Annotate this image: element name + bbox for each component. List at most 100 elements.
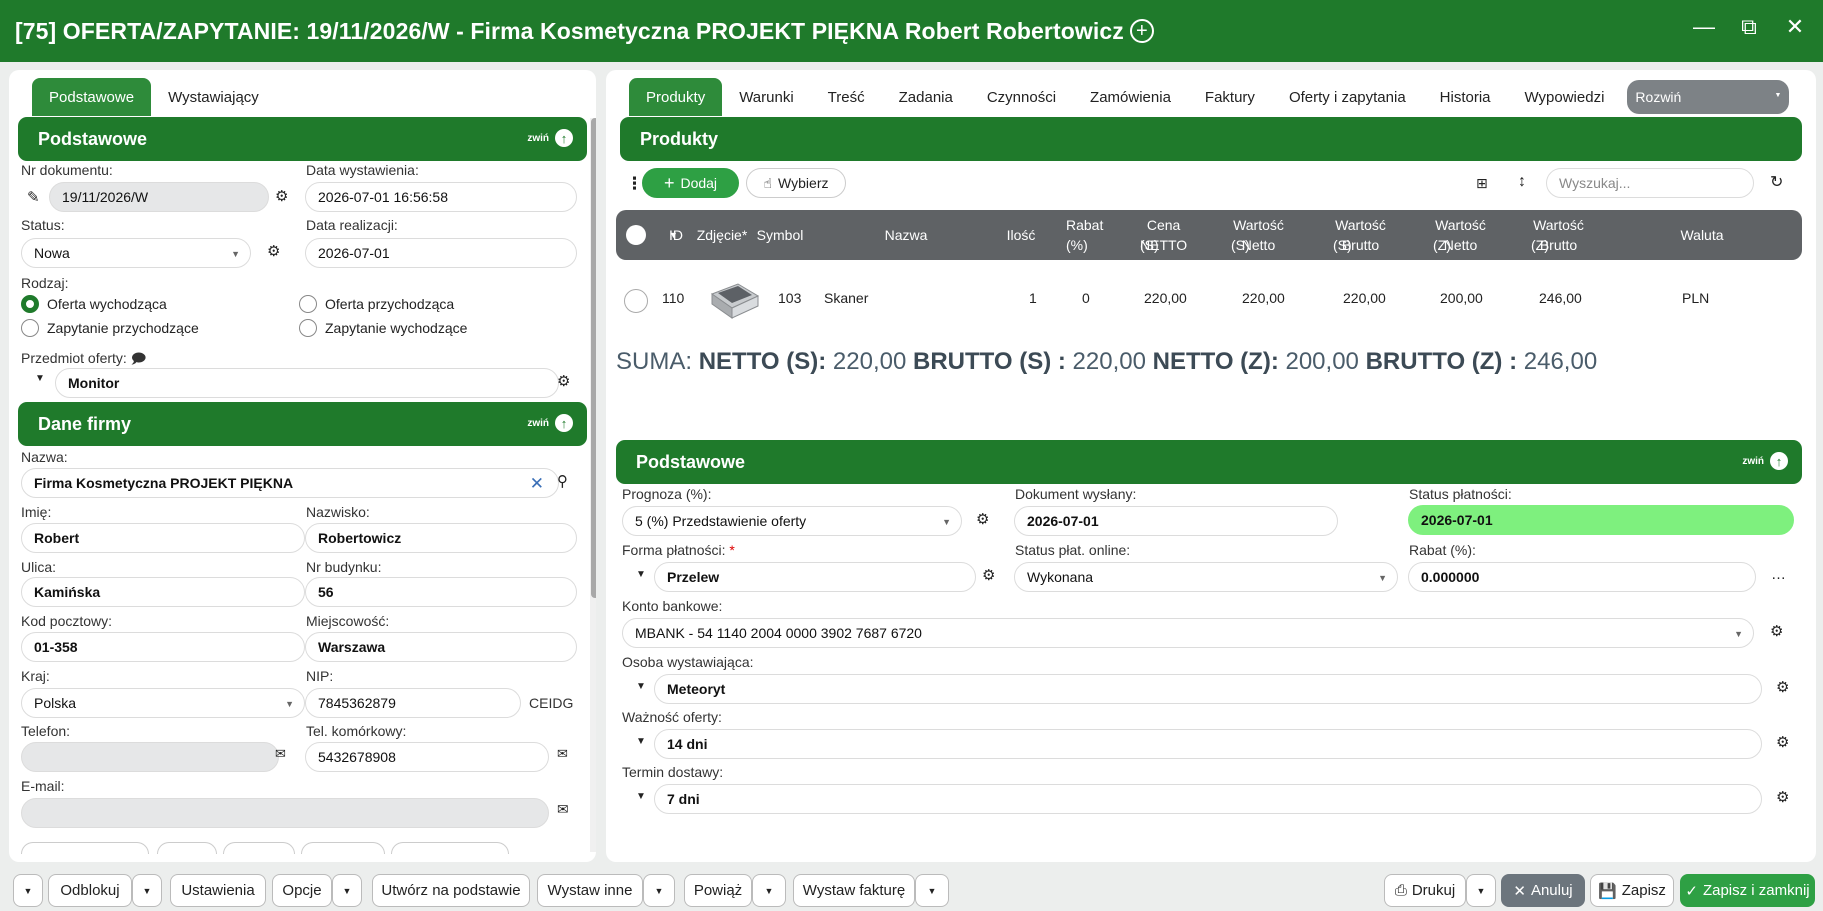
menu-dropdown-button[interactable]: ▼ [13, 874, 43, 907]
scrollbar-thumb[interactable] [591, 118, 596, 598]
partial-button[interactable] [391, 842, 509, 854]
col-symbol[interactable]: Symbol [750, 225, 810, 245]
ceidg-button[interactable]: CEIDG [529, 695, 573, 711]
envelope-icon[interactable]: ✉ [557, 801, 569, 818]
ulica-field[interactable]: Kamińska [21, 577, 305, 607]
tab-wypowiedzi[interactable]: Wypowiedzi [1508, 78, 1622, 116]
status-platnosci-field[interactable]: 2026-07-01 [1408, 505, 1794, 535]
tab-zadania[interactable]: Zadania [882, 78, 970, 116]
tab-produkty[interactable]: Produkty [629, 78, 723, 116]
search-input[interactable]: Wyszukaj... [1546, 168, 1754, 198]
tab-faktury[interactable]: Faktury [1188, 78, 1272, 116]
pencil-icon[interactable]: ✎ [27, 188, 40, 206]
forma-platnosci-field[interactable]: Przelew [654, 562, 976, 592]
collapse-button[interactable]: zwiń ↑ [527, 129, 573, 147]
scrollbar[interactable] [590, 118, 596, 852]
rabat-field[interactable]: 0.000000 [1408, 562, 1756, 592]
add-button[interactable]: + Dodaj [642, 168, 739, 198]
save-and-close-button[interactable]: ✓ Zapisz i zamknij [1680, 874, 1815, 907]
imie-field[interactable]: Robert [21, 523, 305, 553]
expand-select[interactable]: Rozwiń ▼ [1627, 80, 1790, 114]
ustawienia-button[interactable]: Ustawienia [170, 874, 266, 907]
przedmiot-field[interactable]: Monitor [55, 368, 559, 398]
opcje-dropdown[interactable]: ▼ [332, 874, 362, 907]
data-wystawienia-field[interactable]: 2026-07-01 16:56:58 [305, 182, 577, 212]
radio-oferta-wychodzaca[interactable]: Oferta wychodząca [21, 295, 167, 313]
powiaz-dropdown[interactable]: ▼ [752, 874, 786, 907]
opcje-button[interactable]: Opcje [272, 874, 332, 907]
email-field[interactable] [21, 798, 549, 828]
konto-bankowe-select[interactable]: MBANK - 54 1140 2004 0000 3902 7687 6720… [622, 618, 1754, 648]
dokument-wyslany-field[interactable]: 2026-07-01 [1014, 506, 1338, 536]
col-cena-netto-s[interactable]: Cena NETTO (S) [1094, 215, 1187, 253]
tab-wystawiajacy[interactable]: Wystawiający [151, 78, 276, 116]
caret-down-icon[interactable]: ▼ [636, 791, 646, 802]
comment-icon[interactable]: 🗩 [131, 350, 147, 366]
wystaw-inne-button[interactable]: Wystaw inne [537, 874, 643, 907]
gear-icon[interactable]: ⚙ [275, 187, 288, 205]
radio-oferta-przychodzaca[interactable]: Oferta przychodząca [299, 295, 454, 313]
print-button[interactable]: ⎙ Drukuj [1384, 874, 1466, 907]
odblokuj-dropdown[interactable]: ▼ [132, 874, 162, 907]
clear-icon[interactable]: ✕ [530, 474, 544, 494]
partial-button[interactable] [301, 842, 385, 854]
gear-icon[interactable]: ⚙ [976, 510, 989, 528]
sort-vertical-icon[interactable]: ↕ [1518, 173, 1526, 191]
gear-icon[interactable]: ⚙ [1776, 788, 1789, 806]
col-wartosc-netto-s[interactable]: Wartość Netto (S) [1176, 215, 1286, 253]
collapse-button[interactable]: zwiń ↑ [1742, 452, 1788, 470]
powiaz-button[interactable]: Powiąż [684, 874, 752, 907]
col-waluta[interactable]: Waluta [1672, 225, 1732, 245]
nip-field[interactable]: 7845362879 [305, 688, 521, 718]
close-icon[interactable]: ✕ [1785, 14, 1805, 40]
termin-dostawy-field[interactable]: 7 dni [654, 784, 1762, 814]
data-realizacji-field[interactable]: 2026-07-01 [305, 238, 577, 268]
nazwisko-field[interactable]: Robertowicz [305, 523, 577, 553]
nr-document-field[interactable]: 19/11/2026/W [49, 182, 269, 212]
choose-button[interactable]: ☝ Wybierz [746, 168, 846, 198]
gear-icon[interactable]: ⚙ [557, 372, 570, 390]
tab-tresc[interactable]: Treść [811, 78, 882, 116]
gear-icon[interactable]: ⚙ [1776, 733, 1789, 751]
gear-icon[interactable]: ⚙ [1770, 622, 1783, 640]
collapse-button[interactable]: zwiń ↑ [527, 414, 573, 432]
table-row[interactable]: 110 103 Skaner 1 0 220,00 220,00 220,00 … [616, 266, 1802, 336]
col-wartosc-netto-z[interactable]: Wartość Netto (Z) [1378, 215, 1488, 253]
cancel-button[interactable]: ✕ Anuluj [1501, 874, 1585, 907]
status-online-select[interactable]: Wykonana ▼ [1014, 562, 1398, 592]
status-select[interactable]: Nowa ▼ [21, 238, 251, 268]
sms-icon[interactable]: ✉ [275, 746, 286, 762]
caret-down-icon[interactable]: ▼ [636, 569, 646, 580]
tab-czynnosci[interactable]: Czynności [970, 78, 1073, 116]
kod-pocztowy-field[interactable]: 01-358 [21, 632, 305, 662]
col-wartosc-brutto-z[interactable]: Wartość Brutto (Z) [1476, 215, 1586, 253]
tel-komorkowy-field[interactable]: 5432678908 [305, 742, 549, 772]
tab-historia[interactable]: Historia [1423, 78, 1508, 116]
nr-budynku-field[interactable]: 56 [305, 577, 577, 607]
col-photo[interactable]: Zdjęcie* [692, 225, 752, 245]
kraj-select[interactable]: Polska ▼ [21, 688, 305, 718]
miejscowosc-field[interactable]: Warszawa [305, 632, 577, 662]
partial-button[interactable] [21, 842, 149, 854]
utworz-na-podstawie-button[interactable]: Utwórz na podstawie [372, 874, 530, 907]
radio-zapytanie-przychodzace[interactable]: Zapytanie przychodzące [21, 319, 199, 337]
col-wartosc-brutto-s[interactable]: Wartość Brutto (S) [1278, 215, 1388, 253]
add-icon[interactable]: + [1129, 19, 1154, 43]
print-dropdown[interactable]: ▼ [1466, 874, 1496, 907]
nazwa-field[interactable]: Firma Kosmetyczna PROJEKT PIĘKNA ✕ [21, 468, 559, 498]
partial-button[interactable] [157, 842, 217, 854]
row-checkbox[interactable] [624, 289, 648, 313]
osoba-wystawiajaca-field[interactable]: Meteoryt [654, 674, 1762, 704]
wystaw-inne-dropdown[interactable]: ▼ [643, 874, 675, 907]
waznosc-oferty-field[interactable]: 14 dni [654, 729, 1762, 759]
telefon-field[interactable] [21, 742, 279, 772]
tree-icon[interactable]: ⊞ [1476, 175, 1488, 192]
save-button[interactable]: 💾 Zapisz [1590, 874, 1674, 907]
prognoza-select[interactable]: 5 (%) Przedstawienie oferty ▼ [622, 506, 962, 536]
tab-oferty-i-zapytania[interactable]: Oferty i zapytania [1272, 78, 1423, 116]
caret-down-icon[interactable]: ▼ [636, 681, 646, 692]
col-nazwa[interactable]: Nazwa [856, 225, 956, 245]
wystaw-fakture-button[interactable]: Wystaw fakturę [793, 874, 915, 907]
gear-icon[interactable]: ⚙ [1776, 678, 1789, 696]
select-all-checkbox[interactable] [626, 225, 646, 245]
